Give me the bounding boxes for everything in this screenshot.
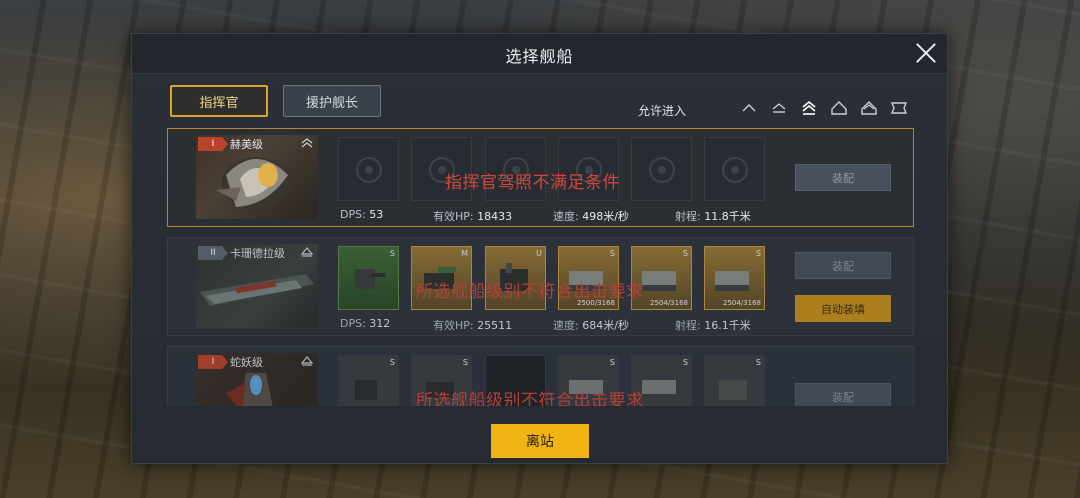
range-stat: 射程: 16.1千米 bbox=[675, 319, 751, 332]
dialog-header: 选择舰船 bbox=[132, 34, 947, 74]
weapon-icon bbox=[642, 271, 676, 291]
tier-6-icon[interactable] bbox=[890, 100, 908, 116]
weapon-icon bbox=[642, 380, 676, 394]
ship-list[interactable]: I 赫美级 DPS: 53 有效HP: 18433 速度: 498米/秒 射程:… bbox=[167, 128, 914, 406]
hp-stat: 有效HP: 18433 bbox=[433, 210, 513, 223]
warning-text: 指挥官驾照不满足条件 bbox=[445, 173, 620, 193]
tier-1-icon[interactable] bbox=[740, 100, 758, 116]
leave-station-button[interactable]: 离站 bbox=[491, 424, 589, 458]
weapon-slot[interactable]: S bbox=[338, 246, 399, 310]
warning-text: 所选舰船级别不符合出击要求 bbox=[416, 282, 644, 302]
tier-badge: I bbox=[198, 137, 228, 151]
ship-row[interactable]: I 蛇妖级 S S S S S 所选舰船级别不符合出击要求 装配 bbox=[167, 346, 914, 406]
weapon-slot[interactable]: S bbox=[704, 355, 765, 406]
ship-row[interactable]: II 卡珊德拉级 S M U S 2500/3168 S 2504/3168 S… bbox=[167, 237, 914, 336]
equip-button[interactable]: 装配 bbox=[795, 383, 891, 406]
weapon-slot-empty[interactable] bbox=[704, 137, 765, 201]
tier-filter-group bbox=[740, 100, 908, 116]
ship-name: 卡珊德拉级 bbox=[230, 247, 285, 260]
tab-commander[interactable]: 指挥官 bbox=[170, 85, 268, 117]
weapon-slot[interactable]: S 2504/3168 bbox=[704, 246, 765, 310]
filter-label: 允许进入 bbox=[638, 104, 687, 118]
ship-name: 蛇妖级 bbox=[230, 356, 263, 369]
ship-name: 赫美级 bbox=[230, 138, 263, 151]
ship-class-icon bbox=[300, 356, 314, 366]
equip-button[interactable]: 装配 bbox=[795, 164, 891, 191]
speed-stat: 速度: 684米/秒 bbox=[553, 319, 629, 332]
weapon-icon bbox=[355, 269, 385, 289]
weapon-slot[interactable]: S bbox=[338, 355, 399, 406]
weapon-icon bbox=[355, 380, 377, 400]
weapon-slot-empty[interactable] bbox=[338, 137, 399, 201]
equip-button[interactable]: 装配 bbox=[795, 252, 891, 279]
ship-class-icon bbox=[301, 138, 313, 148]
weapon-icon bbox=[719, 380, 747, 400]
dps-stat: DPS: 312 bbox=[340, 317, 391, 330]
ship-row[interactable]: I 赫美级 DPS: 53 有效HP: 18433 速度: 498米/秒 射程:… bbox=[167, 128, 914, 227]
tier-3-icon[interactable] bbox=[800, 100, 818, 116]
ship-class-icon bbox=[300, 247, 314, 257]
weapon-slot-empty[interactable] bbox=[631, 137, 692, 201]
close-icon[interactable] bbox=[911, 38, 941, 68]
tier-badge: II bbox=[198, 246, 228, 260]
speed-stat: 速度: 498米/秒 bbox=[553, 210, 629, 223]
dps-stat: DPS: 53 bbox=[340, 208, 384, 221]
tier-badge: I bbox=[198, 355, 228, 369]
dialog-title: 选择舰船 bbox=[505, 47, 574, 66]
warning-text: 所选舰船级别不符合出击要求 bbox=[416, 391, 644, 406]
weapon-icon bbox=[715, 271, 749, 291]
tier-5-icon[interactable] bbox=[860, 100, 878, 116]
auto-reload-button[interactable]: 自动装填 bbox=[795, 295, 891, 322]
tab-escort-captain[interactable]: 援护舰长 bbox=[283, 85, 381, 117]
select-ship-dialog: 选择舰船 指挥官 援护舰长 允许进入 I 赫美级 DPS: 53 有效HP: 1… bbox=[131, 33, 948, 464]
range-stat: 射程: 11.8千米 bbox=[675, 210, 751, 223]
hp-stat: 有效HP: 25511 bbox=[433, 319, 513, 332]
tier-4-icon[interactable] bbox=[830, 100, 848, 116]
tier-2-icon[interactable] bbox=[770, 100, 788, 116]
